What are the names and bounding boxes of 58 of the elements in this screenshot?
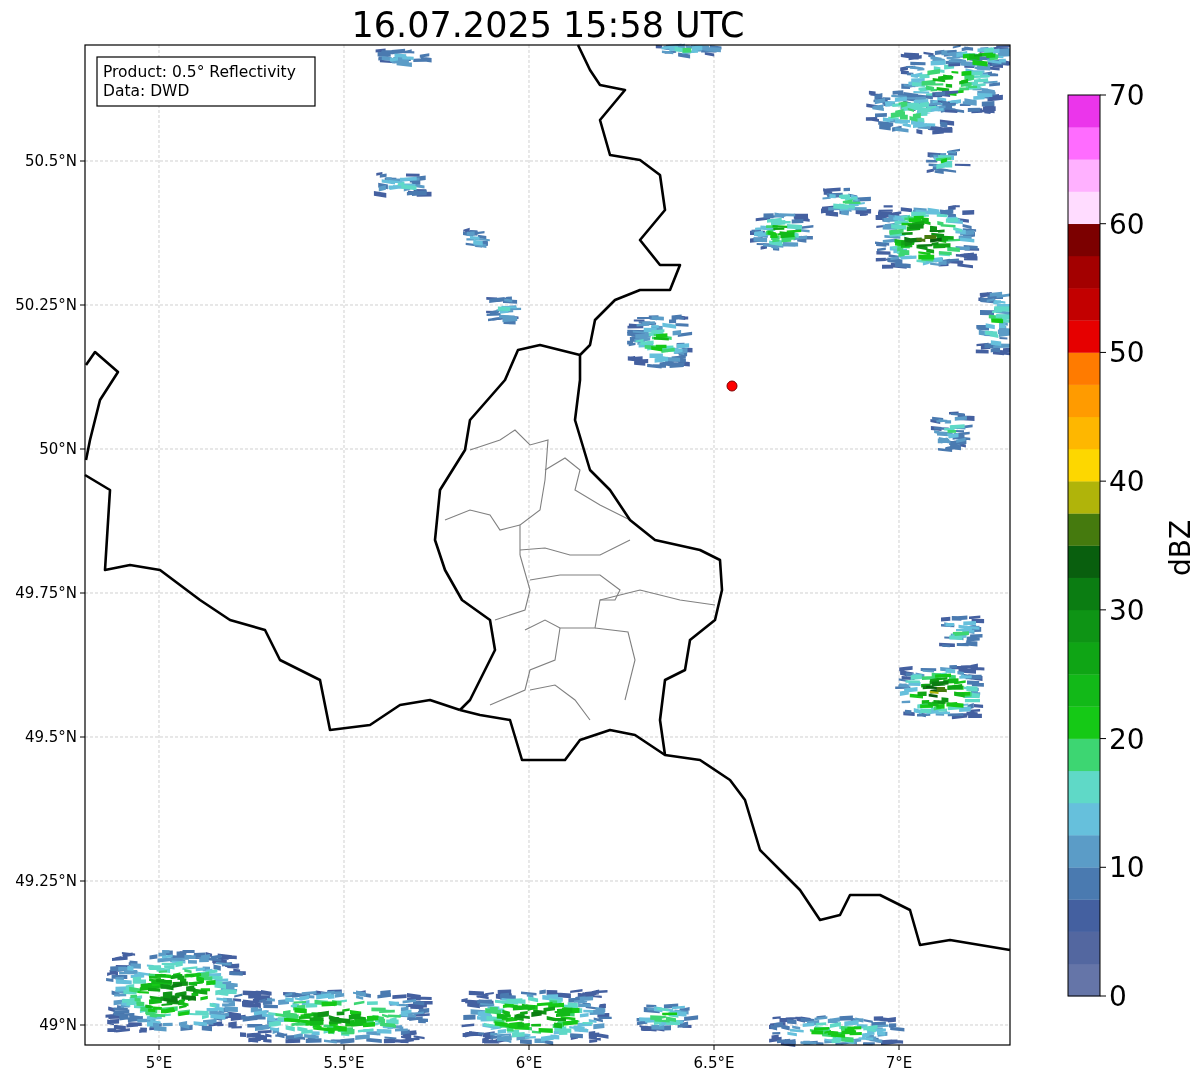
tick-label: 5°E	[145, 1054, 173, 1072]
tick-mark	[1099, 609, 1107, 611]
radar-echo-drawing	[627, 314, 693, 369]
tick-label: 40	[1109, 465, 1145, 499]
radar-echo-drawing	[373, 171, 432, 198]
tick-mark	[1099, 480, 1107, 482]
tick-mark	[1099, 995, 1107, 997]
radar-echo-drawing	[821, 187, 872, 217]
tick-label: 49.75°N	[15, 584, 77, 602]
tick-label: 7°E	[885, 1054, 913, 1072]
tick-label: 50.5°N	[24, 152, 77, 170]
tick-label: 49.25°N	[15, 872, 77, 890]
axis-label: dBZ	[1164, 519, 1197, 577]
tick-label: 50	[1109, 336, 1145, 370]
tick-mark	[158, 1044, 160, 1051]
tick-label: 10	[1109, 851, 1145, 885]
radar-echo-drawing	[655, 43, 722, 59]
tick-label: 50°N	[39, 440, 77, 458]
tick-mark	[79, 160, 86, 162]
location-dot	[726, 380, 738, 392]
tick-label: 6°E	[515, 1054, 543, 1072]
tick-mark	[79, 448, 86, 450]
radar-echo-drawing	[636, 1003, 699, 1032]
info-text: Data: DWD	[103, 82, 190, 100]
tick-mark	[1099, 738, 1107, 740]
radar-echo-drawing	[939, 615, 985, 648]
tick-label: 49.5°N	[24, 728, 77, 746]
tick-mark	[713, 1044, 715, 1051]
tick-label: 0	[1109, 980, 1127, 1013]
tick-label: 5.5°E	[323, 1054, 365, 1072]
tick-label: 50.25°N	[15, 296, 77, 314]
radar-echo-drawing	[375, 48, 432, 67]
radar-echo-drawing	[926, 148, 971, 175]
tick-mark	[79, 592, 86, 594]
chart-title: 16.07.2025 15:58 UTC	[351, 5, 745, 45]
tick-label: 49°N	[39, 1016, 77, 1034]
radar-echo-drawing	[486, 296, 522, 325]
tick-mark	[528, 1044, 530, 1051]
radar-echo-drawing	[975, 291, 1010, 356]
tick-mark	[1099, 351, 1107, 353]
tick-label: 70	[1109, 79, 1145, 112]
tick-mark	[1099, 866, 1107, 868]
tick-mark	[1099, 94, 1107, 96]
radar-echo-drawing	[750, 212, 814, 251]
tick-mark	[79, 736, 86, 738]
tick-label: 30	[1109, 593, 1145, 627]
tick-mark	[1099, 223, 1107, 225]
info-text: Product: 0.5° Reflectivity	[103, 63, 296, 81]
tick-mark	[898, 1044, 900, 1051]
tick-mark	[79, 880, 86, 882]
radar-echo-drawing	[463, 227, 490, 249]
tick-mark	[79, 304, 86, 306]
radar-echo-drawing	[930, 411, 975, 453]
tick-mark	[343, 1044, 345, 1051]
tick-mark	[79, 1024, 86, 1026]
tick-label: 20	[1109, 722, 1145, 756]
tick-label: 6.5°E	[693, 1054, 735, 1072]
tick-label: 60	[1109, 207, 1145, 241]
